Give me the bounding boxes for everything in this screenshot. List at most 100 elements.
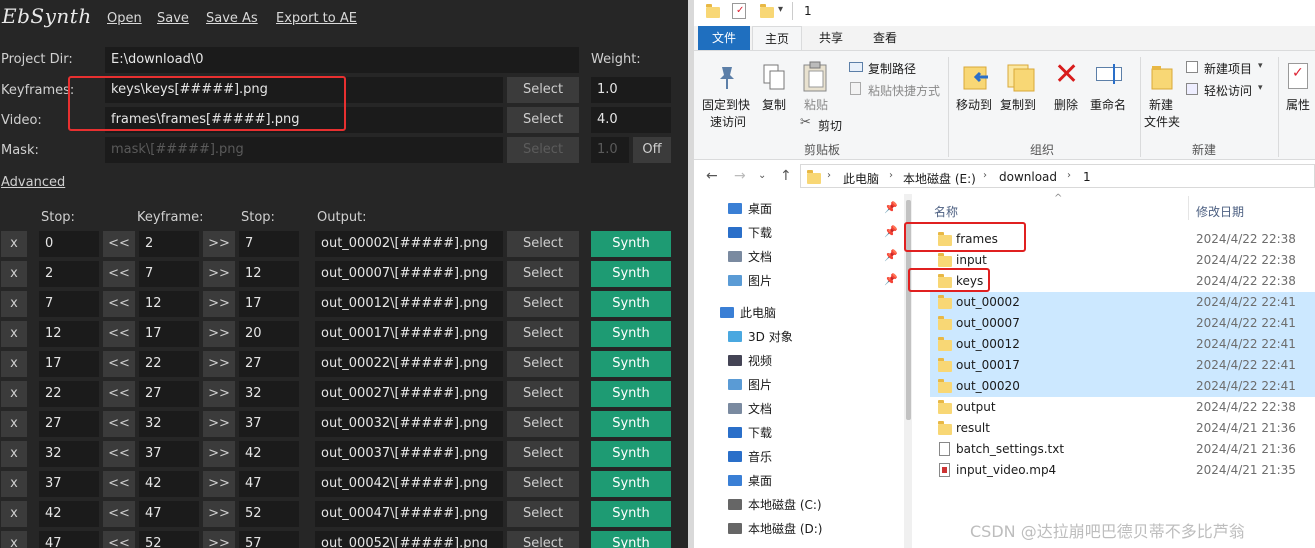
tab-view[interactable]: 查看 xyxy=(860,26,910,50)
synth-button[interactable]: Synth xyxy=(591,261,671,287)
start-field[interactable]: 47 xyxy=(39,531,99,548)
breadcrumb-this-pc[interactable]: 此电脑 xyxy=(843,170,879,187)
nav-item[interactable]: 下载 xyxy=(748,224,772,241)
next-keyframe-button[interactable]: >> xyxy=(203,321,235,347)
remove-row-button[interactable]: x xyxy=(1,411,27,437)
up-arrow-icon[interactable]: ↑ xyxy=(780,168,792,184)
next-keyframe-button[interactable]: >> xyxy=(203,501,235,527)
output-select-button[interactable]: Select xyxy=(507,261,579,287)
menu-save-as[interactable]: Save As xyxy=(206,11,258,26)
mask-select-button[interactable]: Select xyxy=(507,137,579,163)
prev-keyframe-button[interactable]: << xyxy=(103,441,135,467)
keyframe-field[interactable]: 42 xyxy=(139,471,199,497)
address-bar[interactable]: › 此电脑 › 本地磁盘 (E:) › download › 1 xyxy=(800,164,1315,188)
new-folder-quick-icon[interactable] xyxy=(760,4,774,18)
file-row[interactable]: batch_settings.txt 2024/4/21 21:36 xyxy=(930,439,1315,460)
output-select-button[interactable]: Select xyxy=(507,291,579,317)
video-weight-field[interactable]: 4.0 xyxy=(591,107,671,133)
nav-item[interactable]: 此电脑 xyxy=(740,304,776,321)
nav-item[interactable]: 文档 xyxy=(748,248,772,265)
file-row[interactable]: keys 2024/4/22 22:38 xyxy=(930,271,1315,292)
next-keyframe-button[interactable]: >> xyxy=(203,351,235,377)
prev-keyframe-button[interactable]: << xyxy=(103,231,135,257)
back-arrow-icon[interactable]: ← xyxy=(706,168,718,184)
output-field[interactable]: out_00047\[#####].png xyxy=(315,501,503,527)
remove-row-button[interactable]: x xyxy=(1,291,27,317)
nav-item[interactable]: 图片 xyxy=(748,376,772,393)
advanced-link[interactable]: Advanced xyxy=(1,175,65,190)
quick-access-dropdown-icon[interactable]: ▾ xyxy=(778,4,783,15)
synth-button[interactable]: Synth xyxy=(591,351,671,377)
file-row[interactable]: input 2024/4/22 22:38 xyxy=(930,250,1315,271)
keyframes-field[interactable]: keys\keys[#####].png xyxy=(105,77,503,103)
remove-row-button[interactable]: x xyxy=(1,381,27,407)
file-row[interactable]: out_00002 2024/4/22 22:41 xyxy=(930,292,1315,313)
synth-button[interactable]: Synth xyxy=(591,411,671,437)
mask-weight-field[interactable]: 1.0 xyxy=(591,137,629,163)
prev-keyframe-button[interactable]: << xyxy=(103,411,135,437)
keyframe-field[interactable]: 27 xyxy=(139,381,199,407)
remove-row-button[interactable]: x xyxy=(1,441,27,467)
output-field[interactable]: out_00022\[#####].png xyxy=(315,351,503,377)
keyframe-field[interactable]: 37 xyxy=(139,441,199,467)
output-field[interactable]: out_00002\[#####].png xyxy=(315,231,503,257)
column-header-name[interactable]: 名称 xyxy=(934,203,958,220)
breadcrumb-current[interactable]: 1 xyxy=(1083,170,1091,184)
file-row[interactable]: out_00007 2024/4/22 22:41 xyxy=(930,313,1315,334)
keyframe-field[interactable]: 7 xyxy=(139,261,199,287)
file-row[interactable]: out_00012 2024/4/22 22:41 xyxy=(930,334,1315,355)
start-field[interactable]: 27 xyxy=(39,411,99,437)
breadcrumb-download[interactable]: download xyxy=(999,170,1057,184)
keyframe-field[interactable]: 47 xyxy=(139,501,199,527)
tab-file[interactable]: 文件 xyxy=(698,26,750,50)
stop-field[interactable]: 57 xyxy=(239,531,299,548)
file-row[interactable]: out_00017 2024/4/22 22:41 xyxy=(930,355,1315,376)
stop-field[interactable]: 52 xyxy=(239,501,299,527)
stop-field[interactable]: 12 xyxy=(239,261,299,287)
forward-arrow-icon[interactable]: → xyxy=(734,168,746,184)
next-keyframe-button[interactable]: >> xyxy=(203,231,235,257)
nav-item[interactable]: 文档 xyxy=(748,400,772,417)
file-row[interactable]: input_video.mp4 2024/4/21 21:35 xyxy=(930,460,1315,481)
stop-field[interactable]: 17 xyxy=(239,291,299,317)
synth-button[interactable]: Synth xyxy=(591,291,671,317)
synth-button[interactable]: Synth xyxy=(591,381,671,407)
nav-item[interactable]: 本地磁盘 (D:) xyxy=(748,520,822,537)
start-field[interactable]: 17 xyxy=(39,351,99,377)
project-dir-field[interactable]: E:\download\0 xyxy=(105,47,579,73)
prev-keyframe-button[interactable]: << xyxy=(103,351,135,377)
remove-row-button[interactable]: x xyxy=(1,231,27,257)
start-field[interactable]: 2 xyxy=(39,261,99,287)
prev-keyframe-button[interactable]: << xyxy=(103,471,135,497)
stop-field[interactable]: 47 xyxy=(239,471,299,497)
keyframe-field[interactable]: 12 xyxy=(139,291,199,317)
nav-item[interactable]: 音乐 xyxy=(748,448,772,465)
stop-field[interactable]: 27 xyxy=(239,351,299,377)
output-select-button[interactable]: Select xyxy=(507,321,579,347)
tab-home[interactable]: 主页 xyxy=(752,26,802,50)
nav-item[interactable]: 本地磁盘 (C:) xyxy=(748,496,822,513)
keyframe-field[interactable]: 22 xyxy=(139,351,199,377)
prev-keyframe-button[interactable]: << xyxy=(103,501,135,527)
file-row[interactable]: out_00020 2024/4/22 22:41 xyxy=(930,376,1315,397)
video-field[interactable]: frames\frames[#####].png xyxy=(105,107,503,133)
menu-export-to-ae[interactable]: Export to AE xyxy=(276,11,357,26)
next-keyframe-button[interactable]: >> xyxy=(203,531,235,548)
output-field[interactable]: out_00017\[#####].png xyxy=(315,321,503,347)
output-field[interactable]: out_00007\[#####].png xyxy=(315,261,503,287)
output-field[interactable]: out_00042\[#####].png xyxy=(315,471,503,497)
remove-row-button[interactable]: x xyxy=(1,501,27,527)
menu-open[interactable]: Open xyxy=(107,11,142,26)
output-field[interactable]: out_00052\[#####].png xyxy=(315,531,503,548)
output-select-button[interactable]: Select xyxy=(507,501,579,527)
synth-button[interactable]: Synth xyxy=(591,231,671,257)
next-keyframe-button[interactable]: >> xyxy=(203,381,235,407)
stop-field[interactable]: 20 xyxy=(239,321,299,347)
output-select-button[interactable]: Select xyxy=(507,471,579,497)
output-field[interactable]: out_00037\[#####].png xyxy=(315,441,503,467)
prev-keyframe-button[interactable]: << xyxy=(103,291,135,317)
remove-row-button[interactable]: x xyxy=(1,261,27,287)
next-keyframe-button[interactable]: >> xyxy=(203,411,235,437)
recent-dropdown-icon[interactable]: ⌄ xyxy=(758,170,766,181)
start-field[interactable]: 37 xyxy=(39,471,99,497)
